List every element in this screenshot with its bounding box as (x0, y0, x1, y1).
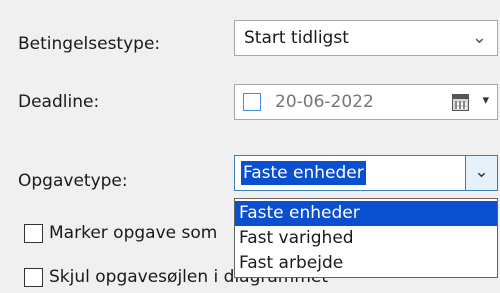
deadline-value: 20-06-2022 (275, 92, 374, 112)
hide-task-bar-checkbox[interactable] (24, 268, 43, 287)
chevron-down-icon: ⌄ (474, 162, 489, 182)
condition-type-label: Betingelsestype: (18, 34, 161, 54)
task-type-dropdown-button[interactable]: ⌄ (465, 156, 497, 190)
option-fast-arbejde[interactable]: Fast arbejde (235, 251, 497, 276)
task-type-combobox[interactable]: Faste enheder ⌄ (234, 155, 498, 191)
mark-task-label: Marker opgave som (49, 223, 218, 243)
deadline-label: Deadline: (18, 92, 100, 112)
condition-type-combobox[interactable]: Start tidligst ⌄ (234, 20, 498, 56)
deadline-enable-checkbox[interactable] (243, 93, 261, 111)
task-type-value: Faste enheder (241, 161, 366, 185)
calendar-icon[interactable] (452, 94, 469, 111)
condition-type-value: Start tidligst (244, 28, 349, 48)
dropdown-triangle-icon[interactable]: ▾ (482, 93, 489, 108)
mark-task-checkbox[interactable] (24, 224, 43, 243)
option-faste-enheder[interactable]: Faste enheder (235, 201, 497, 226)
chevron-down-icon[interactable]: ⌄ (472, 28, 487, 48)
option-fast-varighed[interactable]: Fast varighed (235, 226, 497, 251)
deadline-date-picker[interactable]: 20-06-2022 ▾ (234, 84, 498, 120)
task-type-dropdown-list: Faste enheder Fast varighed Fast arbejde (234, 198, 498, 278)
task-type-label: Opgavetype: (18, 171, 128, 191)
